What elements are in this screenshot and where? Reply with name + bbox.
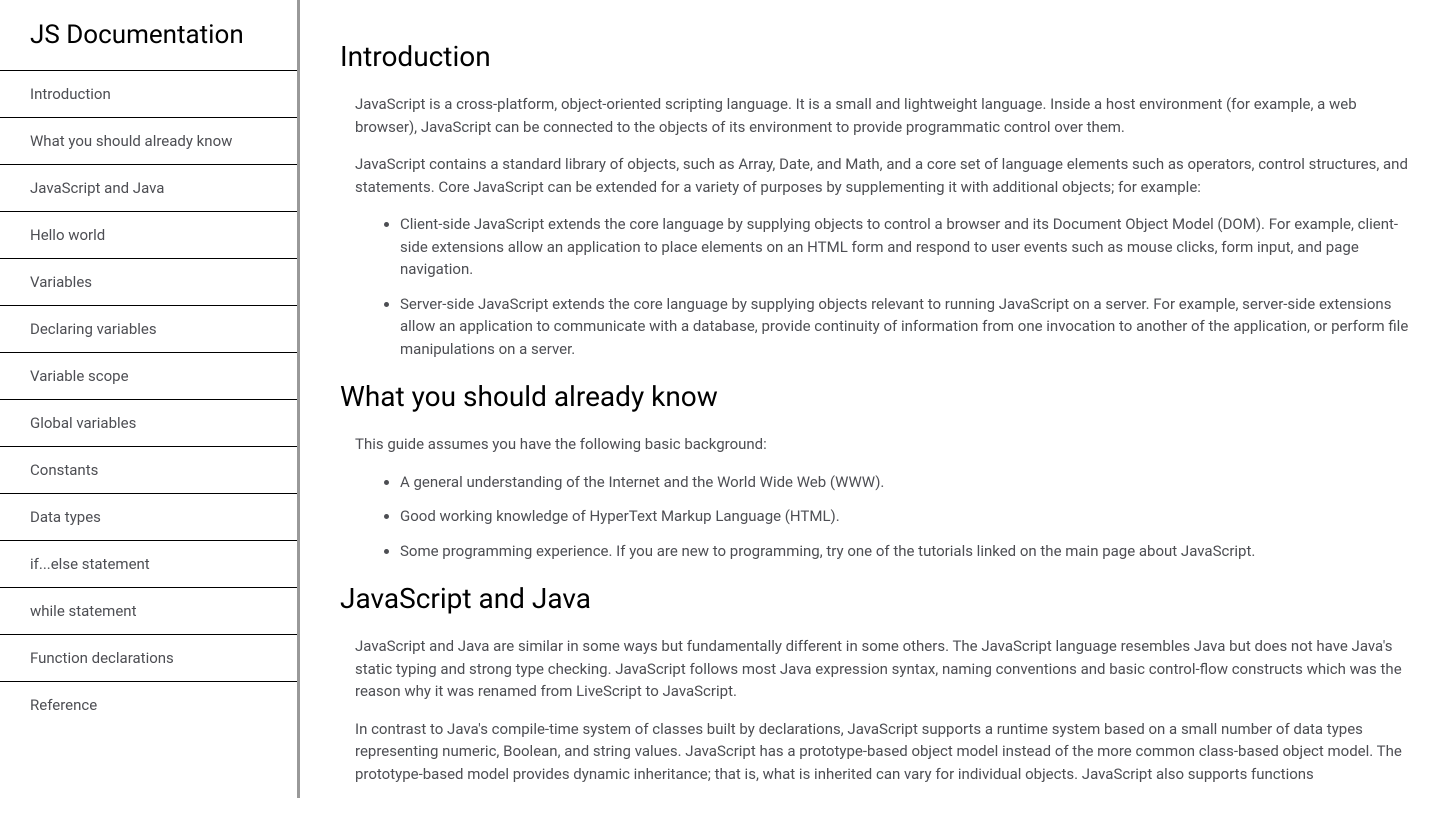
list-item: Client-side JavaScript extends the core … xyxy=(400,213,1410,281)
section-javascript-and-java: JavaScript and Java JavaScript and Java … xyxy=(340,582,1410,785)
paragraph: JavaScript contains a standard library o… xyxy=(355,153,1410,198)
sidebar-title: JS Documentation xyxy=(0,0,297,70)
paragraph: In contrast to Java's compile-time syste… xyxy=(355,718,1410,786)
paragraph: JavaScript and Java are similar in some … xyxy=(355,635,1410,703)
bullet-list: A general understanding of the Internet … xyxy=(400,471,1410,563)
section-body: This guide assumes you have the followin… xyxy=(355,433,1410,562)
sidebar-item-global-variables[interactable]: Global variables xyxy=(0,399,297,446)
section-introduction: Introduction JavaScript is a cross-platf… xyxy=(340,40,1410,360)
sidebar-item-data-types[interactable]: Data types xyxy=(0,493,297,540)
section-body: JavaScript is a cross-platform, object-o… xyxy=(355,93,1410,360)
list-item: A general understanding of the Internet … xyxy=(400,471,1410,494)
section-heading: What you should already know xyxy=(340,380,1410,413)
list-item: Some programming experience. If you are … xyxy=(400,540,1410,563)
section-heading: Introduction xyxy=(340,40,1410,73)
list-item: Server-side JavaScript extends the core … xyxy=(400,293,1410,361)
section-what-you-should-already-know: What you should already know This guide … xyxy=(340,380,1410,562)
main-content: Introduction JavaScript is a cross-platf… xyxy=(310,0,1440,835)
sidebar-item-constants[interactable]: Constants xyxy=(0,446,297,493)
bullet-list: Client-side JavaScript extends the core … xyxy=(400,213,1410,360)
sidebar-item-introduction[interactable]: Introduction xyxy=(0,70,297,117)
section-body: JavaScript and Java are similar in some … xyxy=(355,635,1410,785)
section-heading: JavaScript and Java xyxy=(340,582,1410,615)
sidebar-item-function-declarations[interactable]: Function declarations xyxy=(0,634,297,681)
sidebar-item-while-statement[interactable]: while statement xyxy=(0,587,297,634)
sidebar: JS Documentation Introduction What you s… xyxy=(0,0,300,798)
paragraph: JavaScript is a cross-platform, object-o… xyxy=(355,93,1410,138)
sidebar-item-reference[interactable]: Reference xyxy=(0,681,297,728)
sidebar-item-variables[interactable]: Variables xyxy=(0,258,297,305)
sidebar-item-what-you-should-already-know[interactable]: What you should already know xyxy=(0,117,297,164)
sidebar-item-javascript-and-java[interactable]: JavaScript and Java xyxy=(0,164,297,211)
sidebar-item-hello-world[interactable]: Hello world xyxy=(0,211,297,258)
paragraph: This guide assumes you have the followin… xyxy=(355,433,1410,456)
sidebar-nav-list: Introduction What you should already kno… xyxy=(0,70,297,728)
sidebar-item-declaring-variables[interactable]: Declaring variables xyxy=(0,305,297,352)
sidebar-item-variable-scope[interactable]: Variable scope xyxy=(0,352,297,399)
sidebar-item-if-else-statement[interactable]: if...else statement xyxy=(0,540,297,587)
list-item: Good working knowledge of HyperText Mark… xyxy=(400,505,1410,528)
